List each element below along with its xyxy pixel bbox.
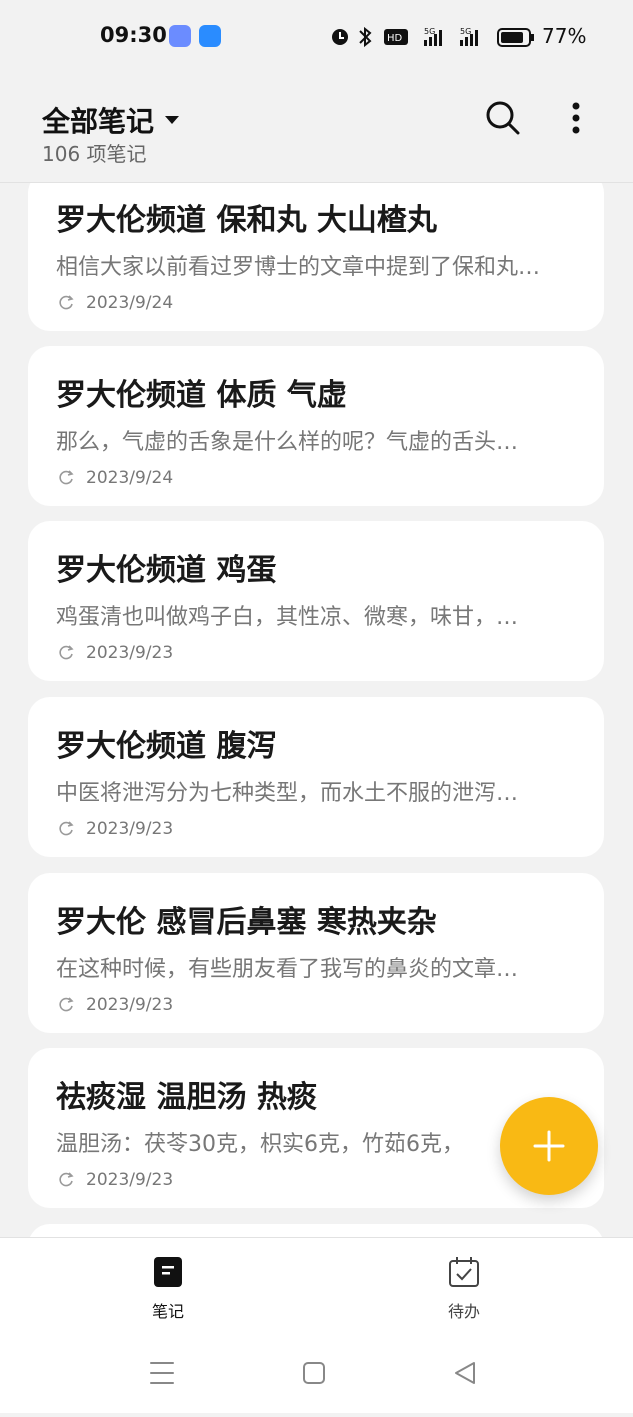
note-title: 罗大伦频道 体质 气虚 [56,378,347,413]
message-notification-icon [199,25,221,47]
note-card[interactable]: 罗大伦 感冒后鼻塞 寒热夹杂 在这种时候，有些朋友看了我写的鼻炎的文章… 202… [28,873,604,1033]
menu-icon [150,1362,174,1384]
note-preview: 在这种时候，有些朋友看了我写的鼻炎的文章… [56,957,519,982]
note-card[interactable]: 罗大伦频道 体质 气虚 那么，气虚的舌象是什么样的呢？气虚的舌头… 2023/9… [28,346,604,506]
svg-text:5G: 5G [424,27,435,36]
battery-percentage: 77% [542,24,587,48]
back-icon [455,1362,475,1384]
note-date: 2023/9/23 [86,995,174,1015]
bottom-nav: 笔记 待办 [0,1237,633,1334]
tab-todo[interactable]: 待办 [404,1256,524,1322]
tab-todo-label: 待办 [447,1302,480,1321]
5g-signal-icon: 5G [460,27,478,46]
note-title: 罗大伦频道 保和丸 大山楂丸 [56,203,437,238]
note-preview: 相信大家以前看过罗博士的文章中提到了保和丸… [56,255,541,280]
sync-icon [59,821,74,836]
note-card[interactable]: 罗大伦频道 腹泻 中医将泄泻分为七种类型，而水土不服的泄泻… 2023/9/23 [28,697,604,857]
add-note-button[interactable] [500,1097,598,1195]
system-nav [0,1333,633,1413]
notes-list[interactable]: 罗大伦频道 保和丸 大山楂丸 相信大家以前看过罗博士的文章中提到了保和丸… 20… [0,183,633,1237]
svg-text:5G: 5G [460,27,471,36]
note-title: 罗大伦频道 腹泻 [56,729,277,764]
note-title: 罗大伦频道 鸡蛋 [56,553,277,588]
more-vertical-icon [572,102,580,134]
status-indicators: HD 5G 5G [332,26,534,48]
bluetooth-icon [359,26,372,48]
note-title: 祛痰湿 温胆汤 热痰 [56,1080,317,1115]
note-card[interactable] [28,1224,604,1237]
battery-icon [497,28,534,47]
note-icon [154,1257,182,1287]
plus-icon [533,1130,565,1162]
system-nav-icons [150,1362,475,1384]
note-preview: 中医将泄泻分为七种类型，而水土不服的泄泻… [56,781,519,806]
tab-notes[interactable]: 笔记 [108,1256,228,1322]
notebook-title[interactable]: 全部笔记 [42,100,154,140]
sync-icon [59,470,74,485]
note-preview: 温胆汤：茯苓30克，枳实6克，竹茹6克， [56,1132,464,1157]
note-preview: 鸡蛋清也叫做鸡子白，其性凉、微寒，味甘，… [56,605,519,630]
note-card[interactable]: 罗大伦频道 保和丸 大山楂丸 相信大家以前看过罗博士的文章中提到了保和丸… 20… [28,183,604,331]
note-date: 2023/9/23 [86,643,174,663]
svg-text:HD: HD [387,33,403,44]
sync-icon [59,645,74,660]
home-icon [303,1362,325,1384]
sync-icon [59,1172,74,1187]
note-date: 2023/9/24 [86,468,174,488]
note-date: 2023/9/23 [86,819,174,839]
more-button[interactable] [554,96,598,140]
sync-icon [59,997,74,1012]
search-button[interactable] [481,96,525,140]
header: 全部笔记 106 项笔记 [0,72,633,183]
alarm-icon [332,29,348,45]
status-icons: HD 5G 5G 77% [326,22,596,52]
search-icon [486,101,520,135]
note-preview: 那么，气虚的舌象是什么样的呢？气虚的舌头… [56,430,519,455]
app-notification-icon [169,25,191,47]
status-bar: 09:30 HD 5G 5G 77% [0,0,633,72]
tab-notes-label: 笔记 [151,1302,184,1321]
status-time: 09:30 [100,23,167,47]
note-title: 罗大伦 感冒后鼻塞 寒热夹杂 [56,905,437,940]
note-date: 2023/9/23 [86,1170,174,1190]
sync-icon [59,295,74,310]
calendar-check-icon [449,1257,479,1287]
note-card[interactable]: 罗大伦频道 鸡蛋 鸡蛋清也叫做鸡子白，其性凉、微寒，味甘，… 2023/9/23 [28,521,604,681]
hd-icon: HD [384,29,408,45]
note-date: 2023/9/24 [86,293,174,313]
dropdown-caret-icon[interactable] [165,116,179,124]
note-count: 106 项笔记 [42,142,147,166]
5g-signal-icon: 5G [424,27,442,46]
